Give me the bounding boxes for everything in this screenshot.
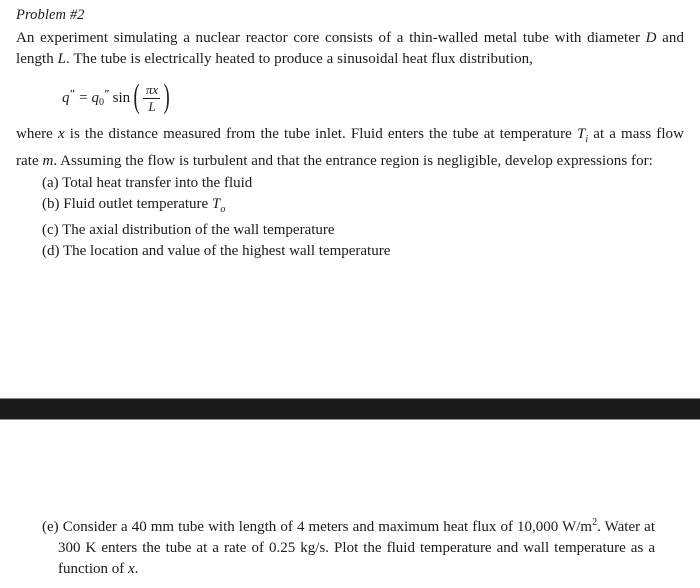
- equation-rhs-primes: ″: [104, 88, 110, 100]
- variable-T-outlet-subscript: o: [220, 203, 226, 215]
- variable-x: x: [57, 126, 65, 142]
- intro-text-3: . The tube is electrically heated to pro…: [66, 50, 533, 67]
- scan-divider-bar: [0, 398, 700, 420]
- subitem-e-paragraph: (e) Consider a 40 mm tube with length of…: [42, 512, 655, 580]
- variable-mdot: m: [42, 152, 54, 169]
- list-item: (c) The axial distribution of the wall t…: [42, 220, 700, 241]
- equation-sin-function: sin: [112, 89, 131, 106]
- subitem-e-text-1: Consider a 40 mm tube with length of 4 m…: [58, 519, 593, 535]
- equation-lhs-primes: ″: [69, 88, 76, 100]
- subitem-text: The axial distribution of the wall tempe…: [62, 222, 335, 238]
- list-item: (d) The location and value of the highes…: [42, 241, 700, 262]
- page-title: Problem #2: [16, 7, 85, 23]
- conditions-text-4: . Assuming the flow is turbulent and tha…: [53, 152, 653, 169]
- variable-D: D: [645, 30, 657, 46]
- subitem-text: Total heat transfer into the fluid: [62, 175, 253, 191]
- equation-rhs-symbol: q: [91, 89, 100, 106]
- variable-x: x: [127, 561, 135, 577]
- problem-top-section: Problem #2 An experiment simulating a nu…: [0, 0, 700, 261]
- list-item: (a) Total heat transfer into the fluid: [42, 173, 700, 194]
- equation-left-paren: (: [133, 78, 140, 115]
- equation-equals: =: [79, 89, 88, 106]
- equation-lhs-symbol: q: [62, 89, 70, 106]
- heat-flux-equation: q ″ = q 0 ″ sin ( πx L ): [0, 76, 700, 120]
- equation-numerator: πx: [145, 81, 159, 97]
- document-page: Problem #2 An experiment simulating a nu…: [0, 0, 700, 588]
- subitem-text: Fluid outlet temperature: [63, 195, 212, 212]
- conditions-text-2: is the distance measured from the tube i…: [64, 126, 577, 142]
- conditions-text-1: where: [16, 126, 58, 142]
- subitem-label: (e): [42, 519, 59, 535]
- problem-conditions-paragraph: where x is the distance measured from th…: [16, 124, 684, 171]
- intro-text-1: An experiment simulating a nuclear react…: [16, 30, 646, 46]
- subitem-e-text-3: .: [134, 561, 139, 577]
- problem-bottom-section: (e) Consider a 40 mm tube with length of…: [0, 512, 700, 580]
- subitem-label: (d): [42, 242, 60, 259]
- subitem-label: (b): [42, 195, 60, 212]
- subitem-label: (c): [42, 222, 59, 238]
- variable-L: L: [57, 50, 66, 67]
- equation-expression: q ″ = q 0 ″ sin ( πx L ): [62, 78, 173, 115]
- equation-right-paren: ): [164, 78, 171, 115]
- equation-denominator: L: [148, 98, 156, 114]
- problem-intro-paragraph: An experiment simulating a nuclear react…: [16, 28, 684, 69]
- list-item: (b) Fluid outlet temperature To: [42, 194, 700, 221]
- equation-fraction: πx L: [143, 81, 161, 114]
- subitem-text: The location and value of the highest wa…: [62, 242, 391, 259]
- subitem-label: (a): [42, 175, 59, 191]
- problem-subitems-list: (a) Total heat transfer into the fluid (…: [0, 173, 700, 261]
